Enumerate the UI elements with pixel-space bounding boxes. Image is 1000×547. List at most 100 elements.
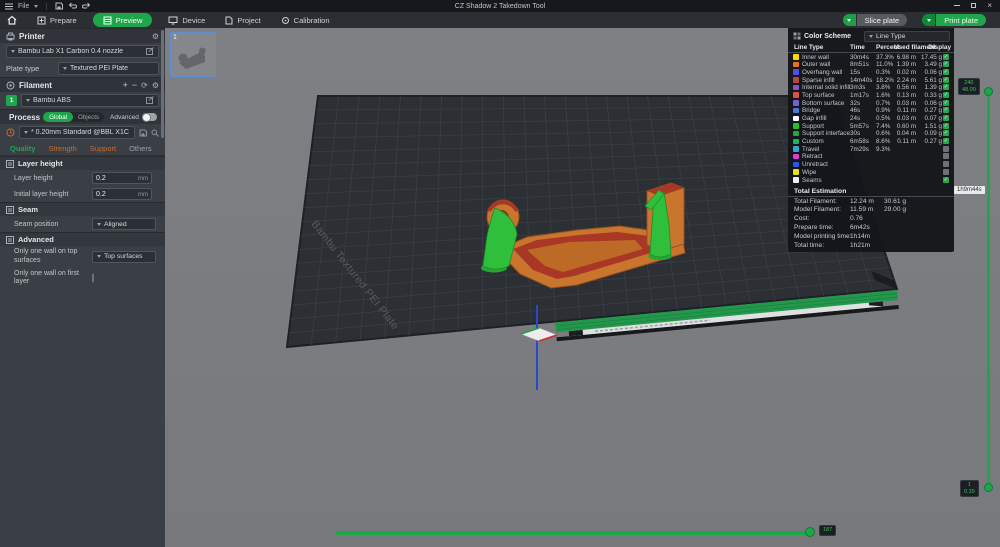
legend-row-support-interface[interactable]: Support interface 30s 0.6% 0.04 m 0.09 g ✓ bbox=[788, 130, 954, 138]
tab-support[interactable]: Support bbox=[90, 144, 116, 153]
close-button[interactable]: × bbox=[987, 0, 992, 12]
legend-row-outer-wall[interactable]: Outer wall 8m51s 11.0% 1.39 m 3.49 g ✓ bbox=[788, 61, 954, 69]
legend-row-seams[interactable]: Seams ✓ bbox=[788, 176, 954, 184]
save-icon[interactable] bbox=[55, 2, 64, 10]
setting-select-only-one-wall-on-top-surfaces[interactable]: Top surfaces bbox=[92, 250, 156, 263]
save-preset-icon[interactable] bbox=[139, 129, 147, 137]
slice-plate-button[interactable]: Slice plate bbox=[842, 14, 908, 26]
step-slider-track[interactable] bbox=[335, 531, 812, 535]
display-checkbox[interactable]: ✓ bbox=[943, 84, 949, 91]
setting-select-seam-position[interactable]: Aligned bbox=[92, 218, 156, 230]
display-checkbox[interactable]: ✓ bbox=[943, 122, 949, 129]
chevron-down-icon bbox=[869, 34, 873, 38]
tab-others[interactable]: Others bbox=[129, 144, 152, 153]
display-checkbox[interactable] bbox=[943, 168, 949, 175]
file-menu-chevron-icon[interactable] bbox=[34, 4, 39, 8]
slice-plate-dropdown[interactable] bbox=[842, 14, 856, 26]
3d-viewport[interactable]: Bambu Textured PEI Plate 1 Color Scheme … bbox=[165, 28, 1000, 547]
legend-row-bridge[interactable]: Bridge 46s 0.9% 0.11 m 0.27 g ✓ bbox=[788, 107, 954, 115]
tab-preview[interactable]: Preview bbox=[92, 13, 153, 27]
process-preset-select[interactable]: * 0.20mm Standard @BBL X1C bbox=[19, 126, 135, 139]
estimation-row-total-time: Total time: 1h21m bbox=[788, 241, 954, 250]
legend-row-travel[interactable]: Travel 7m29s 9.3% bbox=[788, 145, 954, 153]
filament-slot-badge[interactable]: 1 bbox=[6, 95, 17, 106]
display-checkbox[interactable]: ✓ bbox=[943, 115, 949, 121]
legend-row-gap-infill[interactable]: Gap infill 24s 0.5% 0.03 m 0.07 g ✓ bbox=[788, 115, 954, 123]
display-checkbox[interactable] bbox=[943, 153, 949, 160]
chevron-down-icon bbox=[97, 222, 101, 226]
tab-device[interactable]: Device bbox=[158, 12, 215, 28]
display-checkbox[interactable]: ✓ bbox=[943, 176, 949, 183]
printer-settings-gear-icon[interactable]: ⚙ bbox=[152, 32, 159, 41]
home-icon[interactable] bbox=[7, 15, 17, 25]
layer-slider-track[interactable] bbox=[987, 90, 990, 490]
display-checkbox[interactable]: ✓ bbox=[943, 138, 949, 145]
redo-icon[interactable] bbox=[82, 2, 91, 10]
display-checkbox[interactable]: ✓ bbox=[943, 99, 949, 106]
printer-preset-select[interactable]: Bambu Lab X1 Carbon 0.4 nozzle bbox=[6, 45, 159, 58]
layer-slider-top-handle[interactable] bbox=[984, 87, 993, 96]
scope-global[interactable]: Global bbox=[43, 112, 74, 122]
scope-objects[interactable]: Objects bbox=[73, 114, 104, 121]
remove-filament-button[interactable]: − bbox=[132, 80, 137, 90]
legend-row-sparse-infill[interactable]: Sparse infill 14m40s 18.2% 2.24 m 5.61 g ✓ bbox=[788, 76, 954, 84]
restore-button[interactable] bbox=[971, 0, 977, 12]
print-plate-dropdown[interactable] bbox=[922, 14, 936, 26]
display-checkbox[interactable]: ✓ bbox=[943, 91, 949, 98]
legend-row-wipe[interactable]: Wipe bbox=[788, 168, 954, 176]
tab-project[interactable]: Project bbox=[215, 12, 270, 28]
legend-row-support[interactable]: Support 5m57s 7.4% 0.60 m 1.51 g ✓ bbox=[788, 122, 954, 130]
setting-input-initial-layer-height[interactable]: 0.2 mm bbox=[92, 188, 152, 200]
display-checkbox[interactable] bbox=[943, 145, 949, 152]
edit-printer-icon[interactable] bbox=[146, 46, 154, 57]
printer-section-header: Printer ⚙ bbox=[0, 28, 165, 43]
chevron-down-icon bbox=[11, 50, 15, 53]
filament-preset-select[interactable]: Bambu ABS bbox=[21, 94, 159, 107]
tab-quality[interactable]: Quality bbox=[10, 144, 35, 153]
tab-calibration[interactable]: Calibration bbox=[271, 12, 340, 28]
advanced-toggle[interactable] bbox=[141, 112, 157, 122]
edit-filament-icon[interactable] bbox=[146, 95, 154, 106]
display-checkbox[interactable] bbox=[943, 161, 949, 168]
plate-thumbnail[interactable]: 1 bbox=[170, 32, 216, 77]
menu-icon[interactable] bbox=[5, 3, 13, 10]
tab-strength[interactable]: Strength bbox=[48, 144, 76, 153]
display-checkbox[interactable]: ✓ bbox=[943, 53, 949, 60]
legend-row-overhang-wall[interactable]: Overhang wall 15s 0.3% 0.02 m 0.06 g ✓ bbox=[788, 68, 954, 76]
search-icon[interactable] bbox=[151, 129, 159, 137]
display-checkbox[interactable]: ✓ bbox=[943, 76, 949, 83]
layer-slider-bottom-handle[interactable] bbox=[984, 483, 993, 492]
legend-row-unretract[interactable]: Unretract bbox=[788, 161, 954, 169]
file-menu[interactable]: File bbox=[18, 3, 29, 10]
setting-input-layer-height[interactable]: 0.2 mm bbox=[92, 172, 152, 184]
undo-icon[interactable] bbox=[68, 2, 78, 10]
legend-row-custom[interactable]: Custom 6m58s 8.6% 0.11 m 0.27 g ✓ bbox=[788, 138, 954, 146]
display-checkbox[interactable]: ✓ bbox=[943, 68, 949, 75]
process-scope-toggle[interactable]: Global Objects bbox=[43, 112, 105, 122]
filament-section-header: Filament + − ⟳ ⚙ bbox=[0, 77, 165, 92]
history-icon[interactable] bbox=[6, 128, 15, 137]
display-checkbox[interactable]: ✓ bbox=[943, 130, 949, 137]
legend-row-inner-wall[interactable]: Inner wall 30m4s 37.3% 6.98 m 17.45 g ✓ bbox=[788, 53, 954, 61]
step-slider-handle[interactable] bbox=[805, 527, 815, 537]
tab-prepare[interactable]: Prepare bbox=[27, 12, 87, 28]
add-filament-button[interactable]: + bbox=[123, 80, 128, 90]
filament-settings-gear-icon[interactable]: ⚙ bbox=[152, 81, 159, 90]
minimize-button[interactable] bbox=[954, 0, 961, 12]
layer-height-icon bbox=[6, 159, 14, 168]
view-mode-select[interactable]: Line Type bbox=[864, 30, 950, 42]
setting-checkbox-only-one-wall-on-first-layer[interactable] bbox=[92, 273, 94, 283]
legend-row-retract[interactable]: Retract bbox=[788, 153, 954, 161]
estimation-label: Model printing time: bbox=[794, 232, 852, 240]
legend-row-top-surface[interactable]: Top surface 1m17s 1.6% 0.13 m 0.33 g ✓ bbox=[788, 91, 954, 99]
legend-row-internal-solid-infill[interactable]: Internal solid infill 3m3s 3.8% 0.56 m 1.39 … bbox=[788, 84, 954, 92]
legend-row-bottom-surface[interactable]: Bottom surface 32s 0.7% 0.03 m 0.06 g ✓ bbox=[788, 99, 954, 107]
sidebar-scrollbar[interactable] bbox=[161, 30, 164, 138]
plate-type-select[interactable]: Textured PEI Plate bbox=[58, 62, 159, 75]
layer-slider-bottom-value: 1 0.20 bbox=[960, 480, 979, 498]
display-checkbox[interactable]: ✓ bbox=[943, 107, 949, 114]
sync-filament-icon[interactable]: ⟳ bbox=[141, 81, 148, 90]
print-plate-button[interactable]: Print plate bbox=[922, 14, 986, 26]
display-checkbox[interactable]: ✓ bbox=[943, 61, 949, 68]
estimation-value-2: 29.00 g bbox=[884, 206, 906, 214]
